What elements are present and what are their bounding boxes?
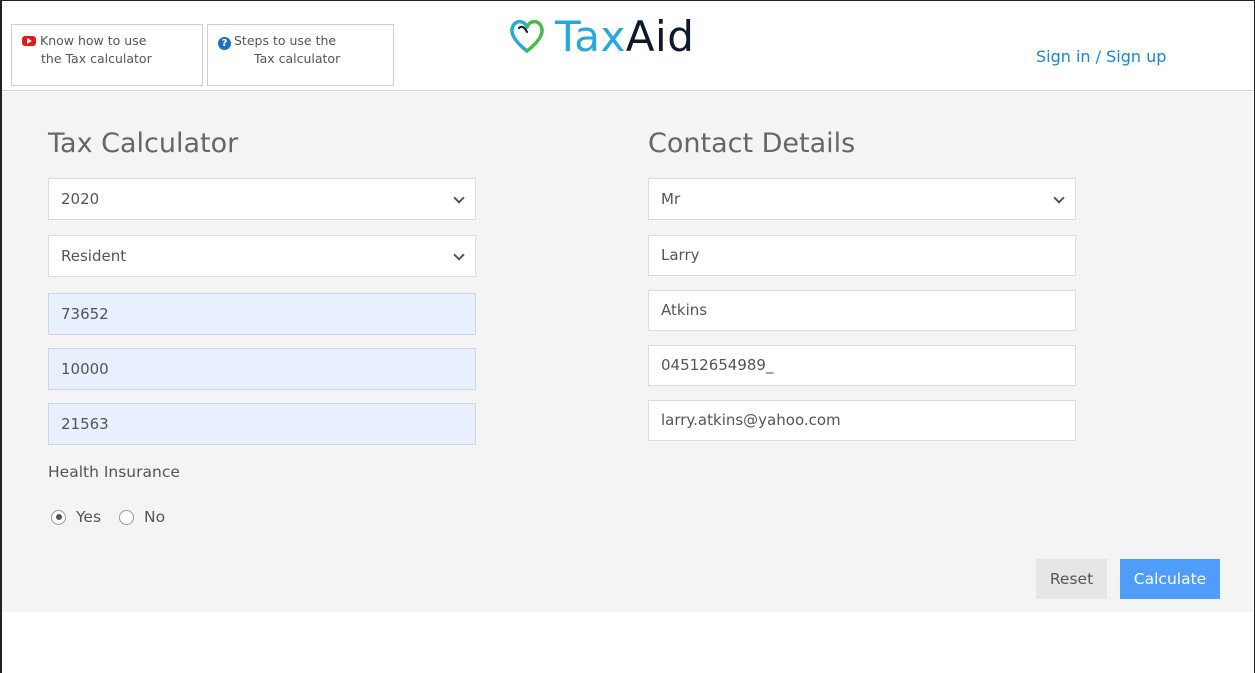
youtube-icon bbox=[22, 36, 36, 46]
health-insurance-label: Health Insurance bbox=[48, 463, 180, 481]
help-video-line2: the Tax calculator bbox=[41, 51, 152, 66]
help-steps-line2: Tax calculator bbox=[254, 51, 341, 66]
header: Know how to use the Tax calculator ? Step… bbox=[2, 1, 1253, 91]
help-video-line1: Know how to use bbox=[40, 33, 147, 48]
email-input[interactable]: larry.atkins@yahoo.com bbox=[648, 400, 1076, 441]
logo-text-aid: Aid bbox=[625, 11, 695, 61]
income-input-1[interactable]: 73652 bbox=[48, 293, 476, 335]
income-input-2[interactable]: 10000 bbox=[48, 348, 476, 390]
year-select-value: 2020 bbox=[61, 190, 100, 208]
help-steps-line1: Steps to use the bbox=[234, 33, 337, 48]
residency-select-value: Resident bbox=[61, 247, 127, 265]
first-name-input[interactable]: Larry bbox=[648, 235, 1076, 276]
taxaid-logo[interactable]: TaxAid bbox=[507, 11, 694, 61]
radio-no[interactable] bbox=[119, 509, 135, 525]
year-select[interactable]: 2020 bbox=[48, 178, 476, 220]
main-panel: Tax Calculator Contact Details 2020 Resi… bbox=[2, 92, 1253, 612]
contact-details-title: Contact Details bbox=[648, 128, 856, 159]
calculate-button[interactable]: Calculate bbox=[1120, 559, 1220, 599]
chevron-down-icon bbox=[453, 249, 465, 261]
radio-yes[interactable] bbox=[51, 509, 66, 525]
auth-separator: / bbox=[1090, 47, 1107, 66]
salutation-select-value: Mr bbox=[661, 190, 681, 208]
health-insurance-radio-group: Yes No bbox=[51, 508, 183, 526]
chevron-down-icon bbox=[1053, 192, 1065, 204]
last-name-input[interactable]: Atkins bbox=[648, 290, 1076, 331]
radio-option-no[interactable]: No bbox=[119, 508, 165, 526]
tax-calculator-title: Tax Calculator bbox=[48, 128, 239, 159]
logo-text-tax: Tax bbox=[555, 11, 626, 61]
chevron-down-icon bbox=[453, 192, 465, 204]
radio-option-yes[interactable]: Yes bbox=[51, 508, 101, 526]
residency-select[interactable]: Resident bbox=[48, 235, 476, 277]
sign-in-link[interactable]: Sign in bbox=[1036, 47, 1091, 66]
help-steps-link[interactable]: ? Steps to use the Tax calculator bbox=[207, 24, 394, 86]
question-circle-icon: ? bbox=[218, 37, 231, 50]
radio-no-label: No bbox=[144, 508, 166, 526]
reset-button[interactable]: Reset bbox=[1036, 559, 1107, 599]
auth-links: Sign in / Sign up bbox=[1036, 47, 1166, 66]
phone-input[interactable]: 04512654989_ bbox=[648, 345, 1076, 386]
sign-up-link[interactable]: Sign up bbox=[1106, 47, 1166, 66]
radio-yes-label: Yes bbox=[76, 508, 102, 526]
help-video-link[interactable]: Know how to use the Tax calculator bbox=[11, 24, 203, 86]
income-input-3[interactable]: 21563 bbox=[48, 403, 476, 445]
salutation-select[interactable]: Mr bbox=[648, 178, 1076, 220]
heart-logo-icon bbox=[510, 19, 544, 53]
